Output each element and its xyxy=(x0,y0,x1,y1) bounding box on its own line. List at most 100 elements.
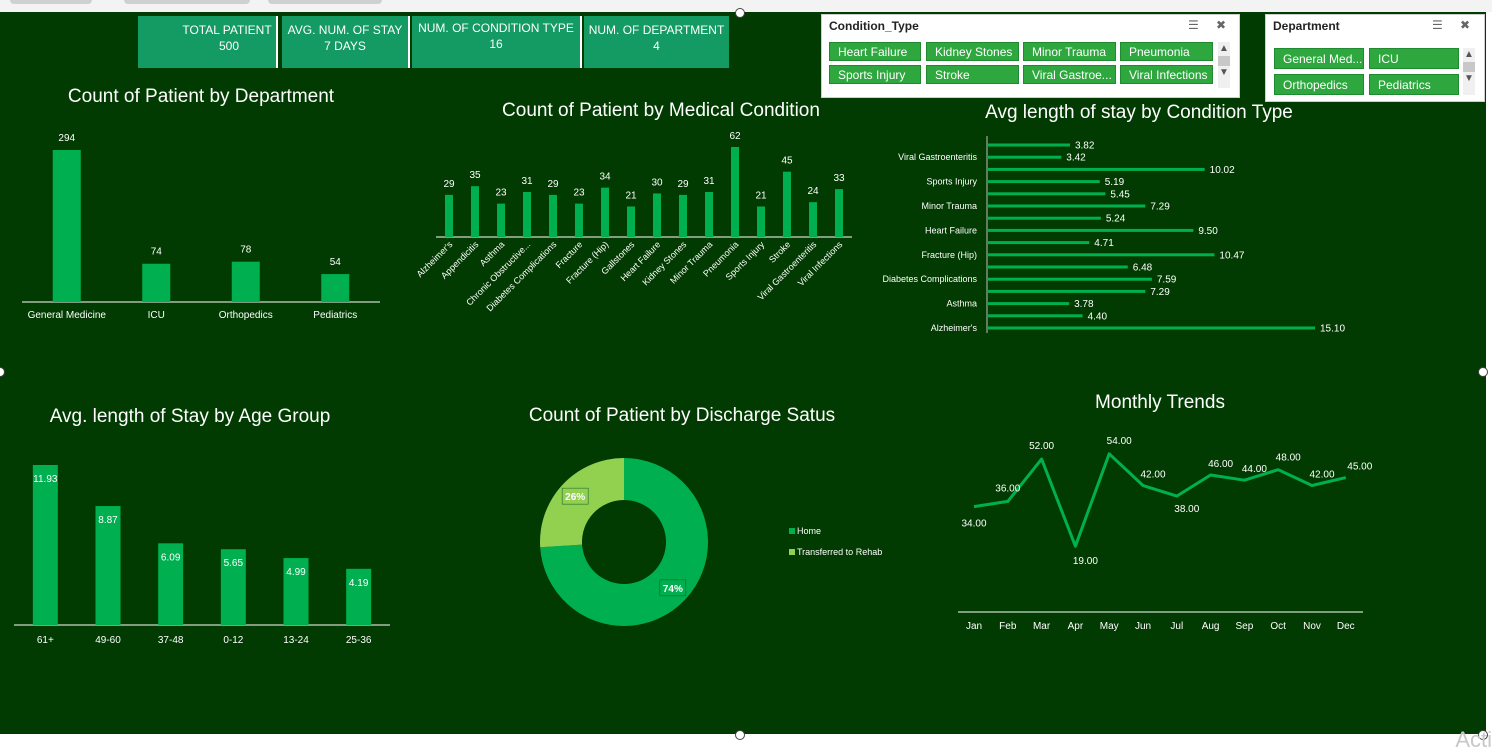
slicer-item[interactable]: Sports Injury xyxy=(829,65,921,84)
bar xyxy=(231,261,260,302)
data-label: 3.78 xyxy=(1074,299,1094,310)
resize-handle[interactable] xyxy=(1478,367,1488,377)
slicer-item[interactable]: Pediatrics xyxy=(1369,74,1459,95)
bar xyxy=(445,194,453,237)
toolbar-button[interactable] xyxy=(268,0,382,4)
slicer-item[interactable]: Orthopedics xyxy=(1274,74,1364,95)
legend-label: Home xyxy=(797,526,821,536)
scroll-down-icon[interactable]: ▼ xyxy=(1463,72,1475,86)
bar xyxy=(987,289,1146,293)
multi-select-icon[interactable]: ☰ xyxy=(1188,18,1199,32)
data-label: 11.93 xyxy=(33,474,58,485)
y-tick-label: Heart Failure xyxy=(925,225,977,235)
slicer-item[interactable]: Viral Infections xyxy=(1120,65,1213,84)
x-tick-label: 0-12 xyxy=(223,635,243,646)
x-tick-label: ICU xyxy=(148,310,165,321)
data-label: 26% xyxy=(565,492,585,503)
chart-title-monthly: Monthly Trends xyxy=(1095,392,1225,413)
x-tick-label: Dec xyxy=(1337,621,1355,632)
slicer-item[interactable]: Stroke xyxy=(926,65,1019,84)
discharge-donut-chart: 74% 26% Home Transferred to Rehab xyxy=(540,458,882,626)
data-label: 29 xyxy=(443,179,455,190)
x-tick-label: Jun xyxy=(1135,621,1151,632)
y-tick-label: Diabetes Complications xyxy=(882,274,977,284)
x-tick-label: Feb xyxy=(999,621,1017,632)
chart-title-length-of-stay: Avg length of stay by Condition Type xyxy=(985,102,1293,123)
scroll-up-icon[interactable]: ▲ xyxy=(1463,48,1475,62)
x-tick-label: Pediatrics xyxy=(313,310,357,321)
kpi-value: 16 xyxy=(489,37,503,51)
slicer-item[interactable]: ICU xyxy=(1369,48,1459,69)
kpi-divider xyxy=(408,16,410,68)
data-label: 19.00 xyxy=(1073,556,1098,567)
data-label: 4.71 xyxy=(1094,238,1114,249)
kpi-avg-stay: AVG. NUM. OF STAY 7 DAYS xyxy=(282,16,408,68)
data-label: 5.24 xyxy=(1106,214,1126,225)
bar xyxy=(679,194,687,237)
x-tick-label: 37-48 xyxy=(158,635,184,646)
legend-label: Transferred to Rehab xyxy=(797,547,882,557)
slicer-item[interactable]: Kidney Stones xyxy=(926,42,1019,61)
bar xyxy=(987,302,1070,306)
bar xyxy=(575,203,583,237)
scroll-up-icon[interactable]: ▲ xyxy=(1218,42,1230,56)
data-label: 21 xyxy=(625,191,637,202)
slicer-item[interactable]: Pneumonia xyxy=(1120,42,1213,61)
bar xyxy=(52,150,81,302)
bar xyxy=(321,274,350,302)
slicer-item[interactable]: Minor Trauma xyxy=(1023,42,1116,61)
data-label: 10.47 xyxy=(1219,250,1244,261)
toolbar-button[interactable] xyxy=(124,0,250,4)
kpi-total-patient: TOTAL PATIENT 500 xyxy=(138,16,276,68)
x-tick-label: Jul xyxy=(1170,621,1183,632)
kpi-label: NUM. OF DEPARTMENT xyxy=(588,23,725,37)
data-label: 52.00 xyxy=(1029,441,1054,452)
x-tick-label: May xyxy=(1100,621,1119,632)
data-label: 5.65 xyxy=(224,558,244,569)
resize-handle[interactable] xyxy=(735,730,745,740)
length-of-stay-bar-chart: 3.823.42 Viral Gastroenteritis 10.02 5.19 Sp… xyxy=(882,136,1345,335)
bar xyxy=(783,171,791,237)
legend-marker xyxy=(789,528,795,534)
x-tick-label: 61+ xyxy=(37,635,54,646)
slicer-item[interactable]: Viral Gastroe... xyxy=(1023,65,1116,84)
toolbar-button[interactable] xyxy=(10,0,92,4)
data-label: 7.29 xyxy=(1150,287,1170,298)
scroll-thumb[interactable] xyxy=(1218,56,1230,66)
data-label: 23 xyxy=(495,188,507,199)
bar xyxy=(987,265,1128,269)
bar xyxy=(987,326,1315,330)
y-tick-label: Asthma xyxy=(946,299,977,309)
y-tick-label: Sports Injury xyxy=(926,177,977,187)
data-label: 31 xyxy=(703,176,715,187)
bar xyxy=(142,263,171,302)
data-label: 5.19 xyxy=(1105,177,1125,188)
x-tick-label: Apr xyxy=(1068,621,1084,632)
department-slicer[interactable]: Department ☰ ✖ General Med... ICU Orthop… xyxy=(1265,14,1485,102)
bar xyxy=(987,167,1205,171)
clear-filter-icon[interactable]: ✖ xyxy=(1460,18,1470,32)
slicer-scrollbar[interactable]: ▲ ▼ xyxy=(1218,42,1230,88)
scroll-down-icon[interactable]: ▼ xyxy=(1218,66,1230,80)
slicer-scrollbar[interactable]: ▲ ▼ xyxy=(1463,48,1475,95)
data-label: 8.87 xyxy=(98,515,118,526)
activation-watermark: Acti xyxy=(1455,727,1492,752)
condition-type-slicer[interactable]: Condition_Type ☰ ✖ Heart Failure Kidney … xyxy=(821,14,1240,98)
bar xyxy=(705,192,713,237)
slicer-item[interactable]: General Med... xyxy=(1274,48,1364,69)
resize-handle[interactable] xyxy=(735,8,745,18)
data-label: 45.00 xyxy=(1347,462,1372,473)
slicer-item[interactable]: Heart Failure xyxy=(829,42,921,61)
clear-filter-icon[interactable]: ✖ xyxy=(1216,18,1226,32)
data-label: 74% xyxy=(663,584,683,595)
chart-title-age-group: Avg. length of Stay by Age Group xyxy=(49,406,331,427)
multi-select-icon[interactable]: ☰ xyxy=(1432,18,1443,32)
kpi-value: 7 DAYS xyxy=(324,39,366,53)
data-label: 9.50 xyxy=(1198,226,1218,237)
x-tick-label: General Medicine xyxy=(28,310,107,321)
scroll-thumb[interactable] xyxy=(1463,62,1475,72)
data-label: 21 xyxy=(755,191,767,202)
data-label: 74 xyxy=(151,247,163,258)
bar xyxy=(627,206,635,237)
data-label: 23 xyxy=(573,188,585,199)
